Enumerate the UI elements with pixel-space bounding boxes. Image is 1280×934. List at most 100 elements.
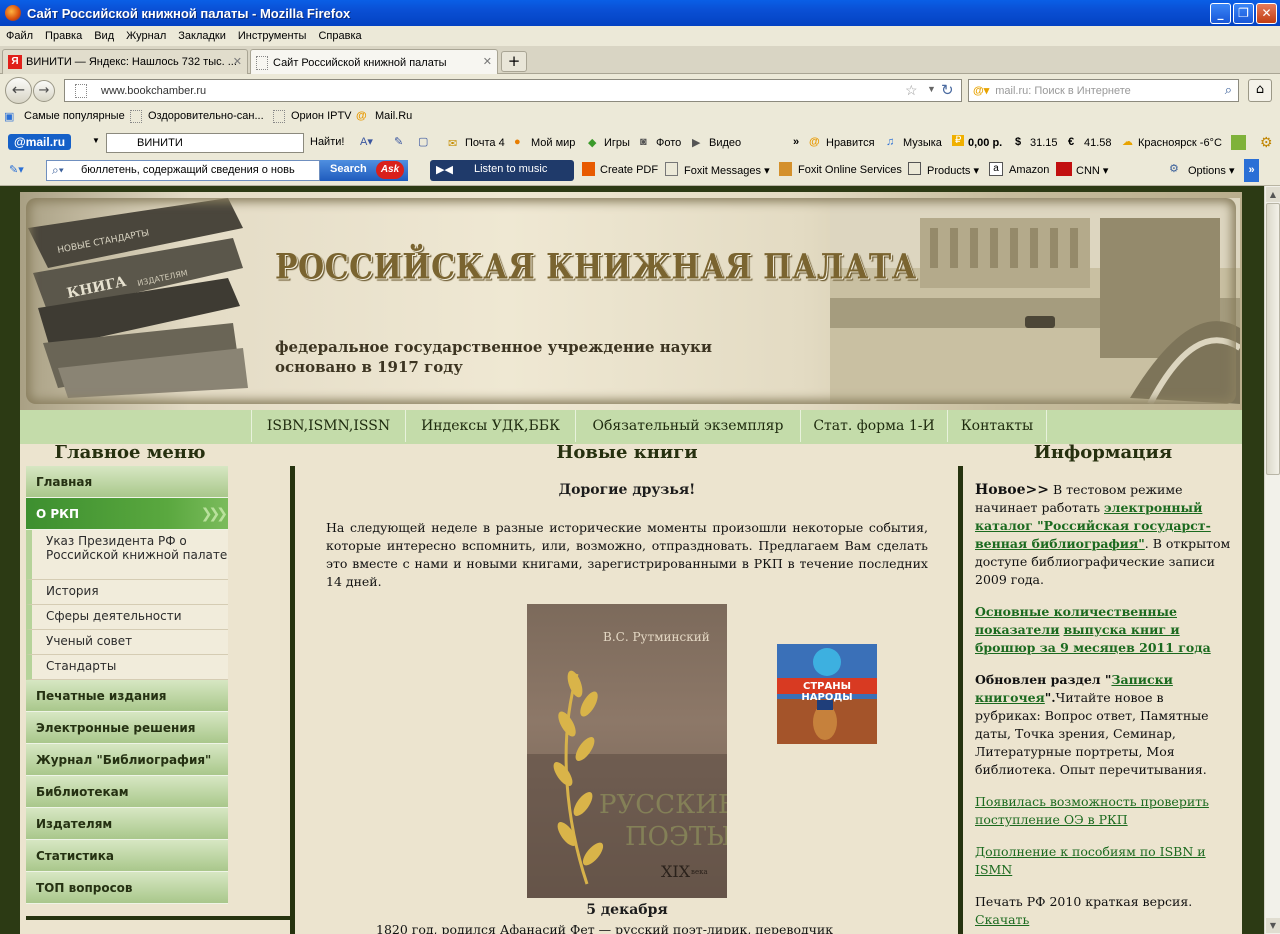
book-title-line1: РУССКИЕ [599, 790, 727, 820]
home-icon[interactable]: ⌂ [1248, 79, 1272, 102]
page-content: НОВЫЕ СТАНДАРТЫ КНИГА ИЗДАТЕЛЯМ РОССИЙСК… [20, 192, 1242, 934]
create-pdf-button[interactable]: Create PDF [600, 164, 658, 176]
pdf-icon [582, 162, 595, 176]
bookmark-health[interactable]: Оздоровительно-сан... [148, 110, 264, 122]
url-bar[interactable]: www.bookchamber.ru ☆ ▼ ↻ [64, 79, 962, 102]
mailru-toolbar: @mail.ru ▼ ВИНИТИ Найти! A▾ ✎ ▢ ✉ Почта … [0, 131, 1280, 157]
mail-link[interactable]: Почта 4 [465, 137, 505, 149]
map-icon[interactable] [1231, 135, 1246, 150]
nav-udk[interactable]: Индексы УДК,ББК [405, 410, 575, 442]
forward-icon[interactable]: → [33, 80, 55, 102]
find-button[interactable]: Найти! [310, 136, 344, 148]
star-icon[interactable]: ☆ [905, 82, 918, 99]
ask-search-button[interactable]: Search Ask [320, 160, 408, 181]
tab-bookchamber[interactable]: Сайт Российской книжной палаты ✕ [250, 49, 498, 75]
menu-edit[interactable]: Правка [39, 30, 88, 42]
myworld-link[interactable]: Мой мир [531, 137, 575, 149]
highlight-icon[interactable]: ✎ [394, 135, 403, 148]
submenu-item-standards[interactable]: Стандарты [26, 655, 228, 680]
options-button[interactable]: Options ▾ [1188, 164, 1235, 177]
menu-item-print[interactable]: Печатные издания [26, 680, 228, 712]
navigation-bar: ← → www.bookchamber.ru ☆ ▼ ↻ @▾ mail.ru:… [0, 74, 1280, 107]
isbn-link[interactable]: Дополнение к пособиям по ISBN и ISMN [975, 844, 1206, 877]
menu-item-publishers[interactable]: Издателям [26, 808, 228, 840]
menu-item-faq[interactable]: ТОП вопросов [26, 872, 228, 904]
font-size-icon[interactable]: A▾ [360, 135, 373, 148]
back-icon[interactable]: ← [5, 77, 32, 104]
bookmark-orion[interactable]: Орион IPTV [291, 110, 352, 122]
close-tab-icon[interactable]: ✕ [483, 55, 492, 68]
foxit-messages-button[interactable]: Foxit Messages ▾ [684, 164, 770, 177]
dropdown-icon[interactable]: ▼ [92, 136, 100, 145]
menu-history[interactable]: Журнал [120, 30, 172, 42]
search-bar[interactable]: @▾ mail.ru: Поиск в Интернете ⌕ [968, 79, 1239, 102]
vertical-scrollbar[interactable]: ▲ ▼ [1264, 186, 1280, 934]
nav-contacts[interactable]: Контакты [947, 410, 1046, 442]
play-icon[interactable]: ▶◀ [436, 163, 453, 176]
menu-bookmarks[interactable]: Закладки [172, 30, 232, 42]
firefox-icon [5, 5, 21, 21]
more-icon[interactable]: » [793, 136, 799, 148]
foxit-icon [779, 162, 792, 176]
overflow-icon[interactable]: » [1244, 159, 1259, 182]
search-icon[interactable]: ⌕ [1225, 82, 1232, 98]
screenshot-icon[interactable]: ▢ [418, 135, 428, 148]
submenu-item-history[interactable]: История [26, 580, 228, 605]
mailru-logo[interactable]: @mail.ru [8, 134, 72, 150]
close-button[interactable]: ✕ [1256, 3, 1277, 24]
submenu-item-activities[interactable]: Сферы деятельности [26, 605, 228, 630]
like-link[interactable]: Нравится [826, 137, 875, 149]
book-cover-countries[interactable]: СТРАНЫ НАРОДЫ [777, 644, 877, 744]
video-link[interactable]: Видео [709, 137, 741, 149]
mailru-search-input[interactable]: ВИНИТИ [106, 133, 304, 153]
maximize-button[interactable]: ❐ [1233, 3, 1254, 24]
bookmark-popular[interactable]: Самые популярные [24, 110, 125, 122]
oe-link[interactable]: Появилась возможность проверить поступле… [975, 794, 1209, 827]
menu-item-main[interactable]: Главная [26, 466, 228, 498]
photo-link[interactable]: Фото [656, 137, 681, 149]
menu-item-electronic[interactable]: Электронные решения [26, 712, 228, 744]
menu-item-statistics[interactable]: Статистика [26, 840, 228, 872]
cnn-button[interactable]: CNN ▾ [1076, 164, 1108, 177]
menu-view[interactable]: Вид [88, 30, 120, 42]
download-link[interactable]: Скачать [975, 912, 1029, 927]
menu-item-libraries[interactable]: Библиотекам [26, 776, 228, 808]
scroll-down-icon[interactable]: ▼ [1266, 918, 1280, 933]
tab-yandex[interactable]: Я ВИНИТИ — Яндекс: Нашлось 732 тыс. ... … [2, 49, 248, 74]
edit-icon[interactable]: ✎▾ [9, 163, 24, 176]
menu-file[interactable]: Файл [0, 30, 39, 42]
book-cover-russian-poets[interactable]: В.С. Рутминский РУССКИЕ ПОЭТЫ XIX века [527, 604, 727, 898]
usd-rate[interactable]: 31.15 [1030, 137, 1058, 149]
foxit-services-button[interactable]: Foxit Online Services [798, 164, 902, 176]
music-link[interactable]: Музыка [903, 137, 942, 149]
amazon-button[interactable]: Amazon [1009, 164, 1049, 176]
minimize-button[interactable]: _ [1210, 3, 1231, 24]
bookmark-mailru[interactable]: Mail.Ru [375, 110, 412, 122]
search-engine-icon[interactable]: @▾ [973, 84, 989, 97]
menu-tools[interactable]: Инструменты [232, 30, 313, 42]
submenu-item-decree[interactable]: Указ Президента РФ о Российской книжной … [26, 530, 228, 580]
dropdown-icon[interactable]: ▼ [927, 84, 936, 94]
weather-text[interactable]: Красноярск -6°C [1138, 137, 1222, 149]
scroll-up-icon[interactable]: ▲ [1266, 187, 1280, 202]
nav-isbn[interactable]: ISBN,ISMN,ISSN [251, 410, 405, 442]
nav-stat-form[interactable]: Стат. форма 1-И [800, 410, 947, 442]
new-tab-button[interactable]: + [501, 51, 527, 72]
ask-search-input[interactable]: бюллетень, содержащий сведения о новь [46, 160, 320, 181]
balance-text[interactable]: 0,00 р. [968, 137, 1002, 149]
menu-item-journal[interactable]: Журнал "Библиография" [26, 744, 228, 776]
submenu-item-council[interactable]: Ученый совет [26, 630, 228, 655]
reload-icon[interactable]: ↻ [941, 81, 954, 99]
info-new: Новое>> В тестовом режиме начинает работ… [975, 482, 1231, 587]
gear-icon[interactable]: ⚙ [1260, 134, 1273, 151]
nav-legal-deposit[interactable]: Обязательный экземпляр [575, 410, 800, 442]
games-link[interactable]: Игры [604, 137, 630, 149]
scroll-thumb[interactable] [1266, 203, 1280, 475]
close-tab-icon[interactable]: ✕ [233, 55, 242, 68]
products-icon [908, 162, 921, 175]
eur-rate[interactable]: 41.58 [1084, 137, 1112, 149]
products-button[interactable]: Products ▾ [927, 164, 979, 177]
event-text: 1820 год, родился Афанасий Фет — русский… [376, 922, 834, 934]
menu-help[interactable]: Справка [312, 30, 367, 42]
menu-item-about[interactable]: О РКП ❯❯❯ [26, 498, 228, 530]
